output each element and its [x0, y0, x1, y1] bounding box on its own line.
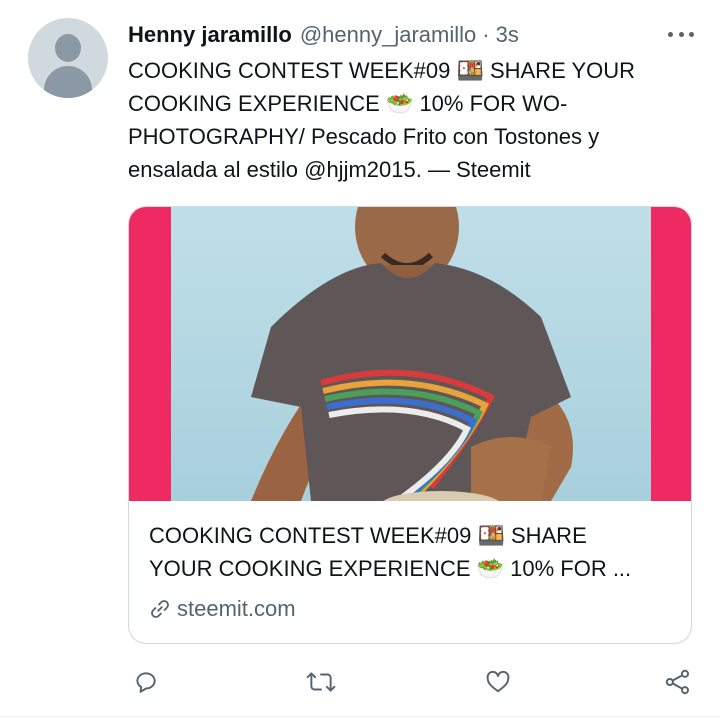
separator-dot: ·	[482, 22, 490, 47]
user-handle[interactable]: @henny_jaramillo	[300, 22, 476, 48]
card-domain-text: steemit.com	[177, 596, 296, 621]
card-domain[interactable]: steemit.com	[149, 594, 296, 624]
card-media[interactable]	[129, 207, 691, 501]
tweet-actions	[128, 664, 696, 700]
card-title-line: COOKING CONTEST WEEK#09 🍱 SHARE	[149, 523, 587, 548]
reply-button[interactable]	[128, 664, 164, 700]
tweet-text: COOKING CONTEST WEEK#09 🍱 SHARE YOUR COO…	[128, 54, 698, 186]
link-card[interactable]: COOKING CONTEST WEEK#09 🍱 SHARE YOUR COO…	[128, 206, 692, 644]
tweet-text-line: COOKING EXPERIENCE 🥗 10% FOR WO-	[128, 91, 568, 116]
avatar-head-shape	[55, 34, 81, 62]
avatar[interactable]	[28, 18, 108, 98]
photo-illustration	[251, 207, 573, 501]
link-icon	[151, 600, 169, 618]
divider	[0, 716, 720, 717]
share-button[interactable]	[660, 664, 696, 700]
card-title-line: YOUR COOKING EXPERIENCE 🥗 10% FOR ...	[149, 556, 632, 581]
tweet[interactable]: Henny jaramillo @henny_jaramillo · 3s CO…	[0, 0, 720, 719]
tweet-text-line: COOKING CONTEST WEEK#09 🍱 SHARE YOUR	[128, 58, 636, 83]
more-options-icon[interactable]	[668, 24, 694, 44]
display-name[interactable]: Henny jaramillo	[128, 22, 292, 48]
tweet-text-line: ensalada al estilo @hjjm2015. — Steemit	[128, 157, 531, 182]
timestamp[interactable]: 3s	[496, 22, 519, 48]
share-icon	[665, 669, 690, 695]
reply-icon	[136, 672, 156, 693]
avatar-shoulders-shape	[44, 66, 92, 98]
card-photo	[171, 207, 651, 501]
card-title[interactable]: COOKING CONTEST WEEK#09 🍱 SHARE YOUR COO…	[149, 519, 673, 585]
retweet-button[interactable]	[303, 664, 339, 700]
like-icon	[486, 670, 510, 693]
retweet-icon	[306, 672, 336, 692]
like-button[interactable]	[480, 664, 516, 700]
tweet-header: Henny jaramillo @henny_jaramillo · 3s	[128, 20, 700, 50]
tweet-text-line: PHOTOGRAPHY/ Pescado Frito con Tostones …	[128, 124, 600, 149]
